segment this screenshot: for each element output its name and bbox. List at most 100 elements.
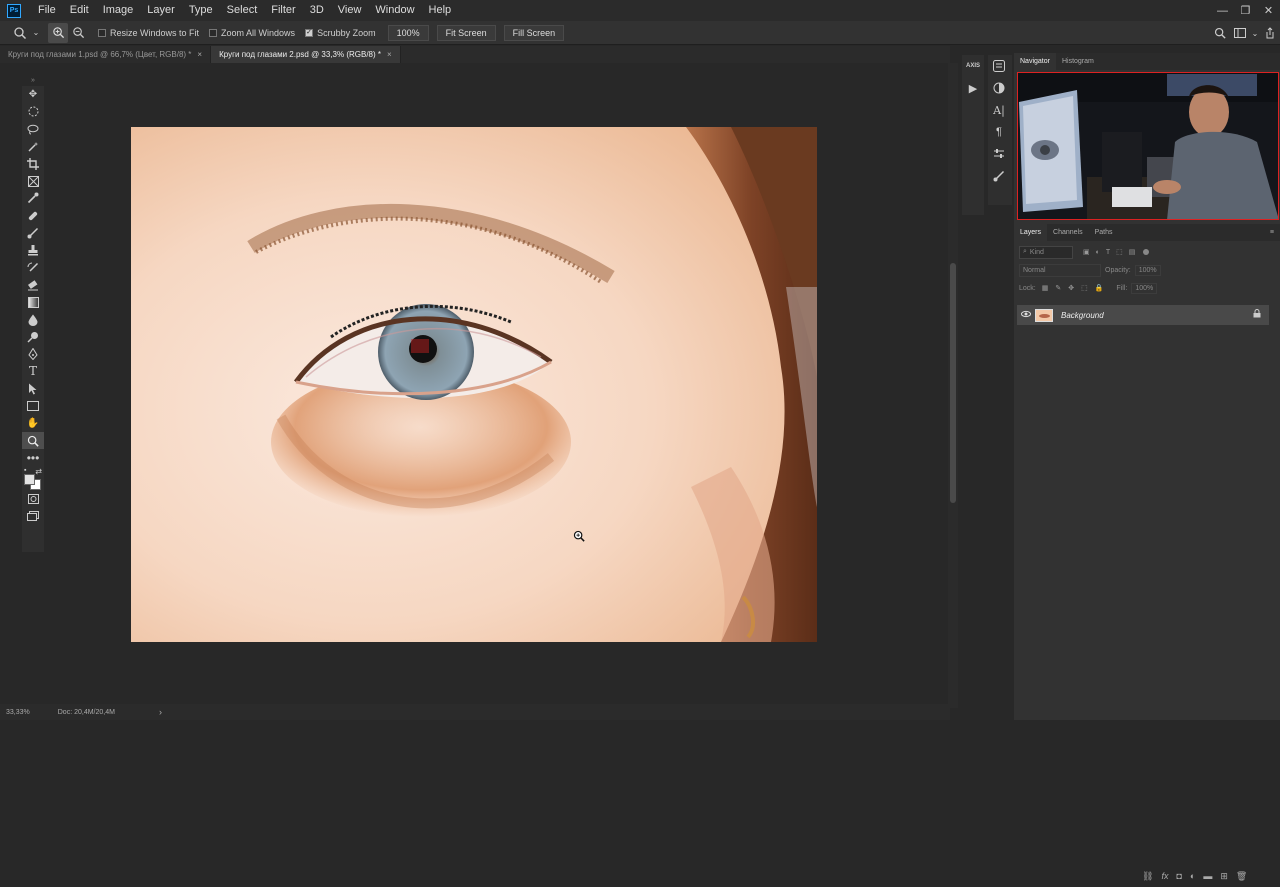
path-selection-tool-icon[interactable] — [22, 380, 44, 397]
libraries-icon[interactable] — [988, 55, 1010, 77]
dodge-tool-icon[interactable] — [22, 328, 44, 345]
vertical-scrollbar[interactable] — [948, 63, 958, 708]
toolbar-grip[interactable]: » — [22, 77, 44, 85]
zoom-100-button[interactable]: 100% — [387, 24, 429, 41]
close-icon[interactable]: × — [387, 50, 392, 59]
quick-mask-icon[interactable] — [22, 491, 44, 508]
kind-select[interactable]: ⌕ Kind — [1019, 245, 1073, 259]
crop-tool-icon[interactable] — [22, 155, 44, 172]
hand-tool-icon[interactable]: ✋ — [22, 415, 44, 432]
checkbox-box[interactable] — [209, 28, 218, 37]
menu-edit[interactable]: Edit — [63, 0, 96, 21]
menu-type[interactable]: Type — [182, 0, 220, 21]
default-colors-icon[interactable]: ▪ — [24, 467, 26, 474]
close-icon[interactable]: × — [197, 50, 202, 59]
clone-stamp-tool-icon[interactable] — [22, 242, 44, 259]
eraser-tool-icon[interactable] — [22, 276, 44, 293]
layer-name[interactable]: Background — [1061, 311, 1104, 320]
eye-icon[interactable] — [1021, 309, 1031, 321]
chevron-down-icon[interactable]: ⌄ — [30, 23, 42, 43]
marquee-tool-icon[interactable] — [22, 103, 44, 120]
layer-style-icon[interactable]: fx — [1161, 871, 1168, 887]
layer-row[interactable]: Background — [1017, 305, 1269, 325]
paragraph-icon[interactable]: ¶ — [988, 121, 1010, 143]
swap-colors-icon[interactable]: ⇄ — [35, 467, 42, 476]
brush-settings-icon[interactable] — [988, 165, 1010, 187]
chevron-right-icon[interactable]: › — [159, 707, 162, 717]
blend-mode-select[interactable]: Normal — [1019, 263, 1101, 277]
close-button[interactable]: ✕ — [1257, 0, 1280, 21]
delete-layer-icon[interactable]: 🗑 — [1236, 871, 1247, 887]
magic-wand-tool-icon[interactable] — [22, 138, 44, 155]
scrubby-zoom-checkbox[interactable]: ✓ Scrubby Zoom — [305, 28, 376, 38]
frame-tool-icon[interactable] — [22, 172, 44, 189]
menu-filter[interactable]: Filter — [264, 0, 302, 21]
share-icon[interactable] — [1260, 23, 1280, 43]
menu-3d[interactable]: 3D — [303, 0, 331, 21]
adjustment-layer-icon[interactable]: ◐ — [1190, 871, 1195, 887]
zoom-out-icon[interactable] — [68, 23, 88, 43]
workspace-icon[interactable] — [1230, 23, 1250, 43]
minimize-button[interactable]: — — [1211, 0, 1234, 21]
zoom-tool-preset-icon[interactable] — [10, 23, 30, 43]
tab-navigator[interactable]: Navigator — [1014, 53, 1056, 70]
zoom-tool-icon[interactable] — [22, 431, 44, 450]
checkbox-box[interactable] — [98, 28, 106, 37]
eyedropper-tool-icon[interactable] — [22, 190, 44, 207]
healing-brush-tool-icon[interactable] — [22, 207, 44, 224]
character-icon[interactable]: A| — [988, 99, 1010, 121]
fill-screen-button[interactable]: Fill Screen — [503, 24, 565, 41]
new-group-icon[interactable]: ▬ — [1203, 871, 1212, 887]
zoom-level[interactable]: 33,33% — [6, 709, 30, 716]
restore-button[interactable]: ❐ — [1234, 0, 1257, 21]
zoom-in-icon[interactable] — [48, 22, 68, 43]
blur-tool-icon[interactable] — [22, 311, 44, 328]
pen-tool-icon[interactable] — [22, 345, 44, 362]
menu-window[interactable]: Window — [368, 0, 421, 21]
tab-paths[interactable]: Paths — [1089, 224, 1119, 241]
menu-file[interactable]: File — [31, 0, 63, 21]
opacity-input[interactable]: 100% — [1134, 264, 1161, 276]
more-tools-icon[interactable]: ••• — [22, 449, 44, 466]
lasso-tool-icon[interactable] — [22, 121, 44, 138]
link-layers-icon[interactable]: ⛓ — [1142, 871, 1153, 887]
brush-tool-icon[interactable] — [22, 224, 44, 241]
tab-layers[interactable]: Layers — [1014, 224, 1048, 241]
play-icon[interactable]: ▶ — [962, 77, 984, 99]
adjustments-icon[interactable] — [988, 77, 1010, 99]
zoom-all-windows-checkbox[interactable]: Zoom All Windows — [209, 28, 295, 38]
filter-toggle-icon[interactable] — [1143, 249, 1150, 255]
panel-menu-icon[interactable]: ≡ — [1270, 229, 1274, 236]
history-brush-tool-icon[interactable] — [22, 259, 44, 276]
tab-document-2[interactable]: Круги под глазами 2.psd @ 33,3% (RGB/8) … — [211, 46, 401, 63]
tab-histogram[interactable]: Histogram — [1056, 53, 1100, 70]
menu-help[interactable]: Help — [422, 0, 459, 21]
new-layer-icon[interactable]: ⊞ — [1220, 871, 1228, 887]
tab-document-1[interactable]: Круги под глазами 1.psd @ 66,7% (Цвет, R… — [0, 46, 212, 63]
navigator-preview[interactable] — [1017, 72, 1279, 220]
menu-image[interactable]: Image — [96, 0, 141, 21]
fit-screen-button[interactable]: Fit Screen — [436, 24, 496, 41]
checkbox-box[interactable]: ✓ — [305, 28, 314, 37]
navigator-view-box[interactable] — [1017, 72, 1279, 220]
resize-windows-checkbox[interactable]: Resize Windows to Fit — [98, 28, 199, 38]
scrollbar-thumb[interactable] — [950, 263, 956, 503]
gradient-tool-icon[interactable] — [22, 294, 44, 311]
properties-icon[interactable] — [988, 143, 1010, 165]
search-icon[interactable] — [1210, 23, 1230, 43]
document-canvas[interactable] — [131, 127, 817, 642]
chevron-down-icon[interactable]: ⌄ — [1250, 23, 1260, 43]
menu-view[interactable]: View — [331, 0, 369, 21]
menu-select[interactable]: Select — [220, 0, 265, 21]
tab-channels[interactable]: Channels — [1047, 224, 1089, 241]
lock-icons[interactable]: ▦✎✥⬚🔒 — [1042, 284, 1111, 292]
foreground-color-swatch[interactable] — [24, 473, 35, 485]
fill-input[interactable]: 100% — [1131, 282, 1158, 294]
screen-mode-icon[interactable] — [22, 508, 44, 525]
add-mask-icon[interactable]: ◘ — [1176, 871, 1181, 887]
type-tool-icon[interactable]: T — [22, 363, 44, 380]
move-tool-icon[interactable]: ✥ — [22, 86, 44, 103]
menu-layer[interactable]: Layer — [140, 0, 182, 21]
rectangle-tool-icon[interactable] — [22, 397, 44, 414]
filter-icons[interactable]: ▣◐T⬚▤ — [1083, 248, 1141, 256]
